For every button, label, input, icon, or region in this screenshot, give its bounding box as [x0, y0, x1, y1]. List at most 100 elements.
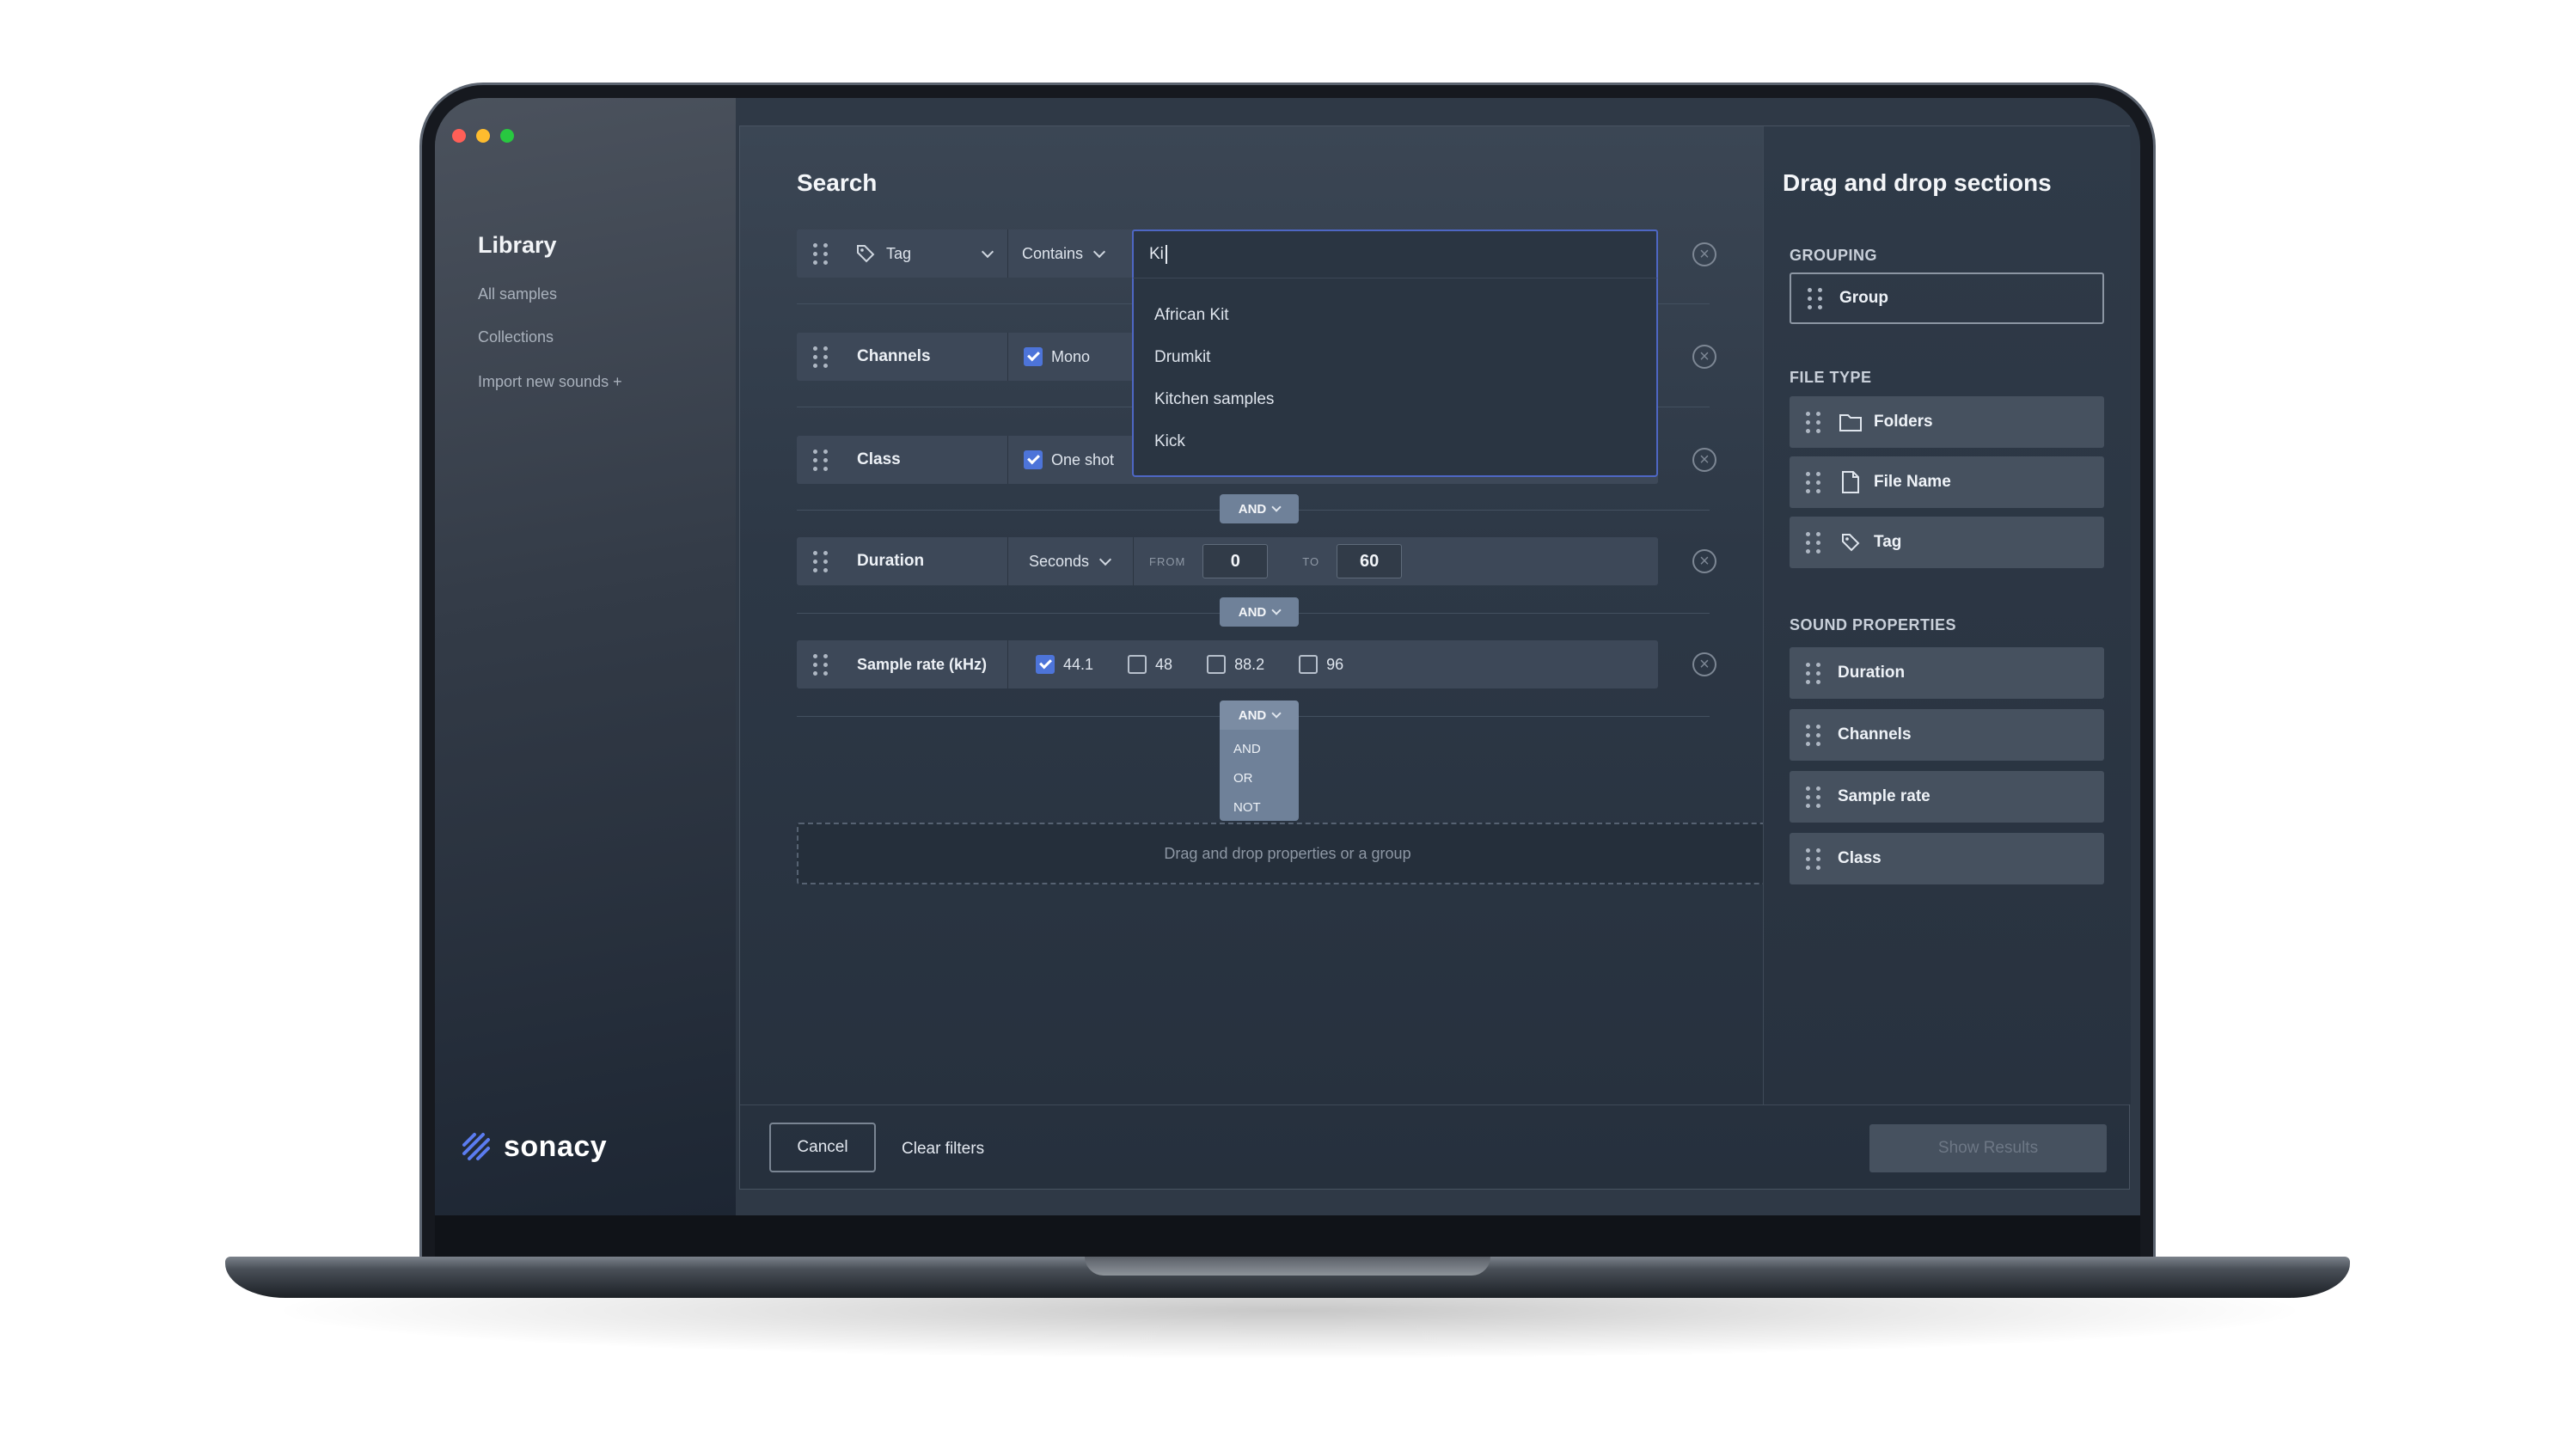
remove-row-channels-icon[interactable]: ×: [1692, 345, 1716, 369]
show-results-button[interactable]: Show Results: [1869, 1124, 2107, 1172]
connector-and-2[interactable]: AND: [1220, 597, 1299, 627]
sidebar-link-all-samples[interactable]: All samples: [478, 285, 557, 303]
item-label: File Name: [1874, 473, 1951, 491]
checkbox-unchecked-icon[interactable]: [1128, 655, 1147, 674]
connector-label: AND: [1238, 604, 1267, 620]
suggestion-item[interactable]: African Kit: [1134, 294, 1656, 336]
field-label: Tag: [886, 244, 912, 262]
cancel-button[interactable]: Cancel: [769, 1123, 876, 1172]
menu-item-not[interactable]: NOT: [1220, 793, 1299, 823]
chevron-down-icon: [1092, 245, 1106, 258]
drag-handle-icon: [1790, 771, 1838, 823]
dnd-item-group[interactable]: Group: [1790, 272, 2104, 324]
dnd-item-sample-rate[interactable]: Sample rate: [1790, 771, 2104, 823]
remove-row-duration-icon[interactable]: ×: [1692, 549, 1716, 573]
drag-drop-panel: Drag and drop sections GROUPING Group FI…: [1763, 126, 2131, 1104]
suggestion-item[interactable]: Kick: [1134, 420, 1656, 462]
duration-to-input[interactable]: 60: [1337, 544, 1403, 578]
checkbox-checked-icon[interactable]: [1024, 347, 1043, 366]
class-option-one-shot[interactable]: One shot: [1008, 436, 1134, 484]
drag-handle-icon[interactable]: [797, 537, 845, 585]
checkbox-unchecked-icon[interactable]: [1207, 655, 1227, 674]
sidebar-link-collections[interactable]: Collections: [478, 328, 554, 346]
chevron-down-icon: [1271, 708, 1282, 719]
connector-label: AND: [1238, 501, 1267, 517]
remove-row-sample-rate-icon[interactable]: ×: [1692, 652, 1716, 676]
checkbox-checked-icon[interactable]: [1036, 655, 1055, 674]
field-label: Channels: [845, 333, 1008, 381]
item-label: Tag: [1874, 533, 1902, 551]
chevron-down-icon: [1271, 502, 1282, 512]
drag-handle-icon[interactable]: [797, 640, 845, 688]
sonacy-logo-icon: [462, 1133, 490, 1160]
sample-rate-options: 44.1 48 88.2 96: [1008, 640, 1644, 688]
brand-name: sonacy: [504, 1129, 608, 1163]
close-window-button[interactable]: [452, 129, 466, 143]
drag-handle-icon: [1790, 396, 1838, 448]
library-title: Library: [478, 232, 557, 258]
option-label: 48: [1155, 655, 1173, 673]
drag-handle-icon: [1790, 647, 1838, 699]
option-label: 88.2: [1234, 655, 1265, 673]
drop-zone[interactable]: Drag and drop properties or a group: [797, 823, 1778, 884]
remove-row-class-icon[interactable]: ×: [1692, 448, 1716, 472]
field-label: Duration: [845, 537, 1008, 585]
drag-handle-icon: [1791, 274, 1839, 322]
dnd-item-folders[interactable]: Folders: [1790, 396, 2104, 448]
menu-item-and[interactable]: AND: [1220, 735, 1299, 764]
drag-handle-icon: [1790, 709, 1838, 761]
menu-item-or[interactable]: OR: [1220, 764, 1299, 793]
connector-and-3[interactable]: AND: [1220, 701, 1299, 730]
remove-row-tag-icon[interactable]: ×: [1692, 242, 1716, 266]
suggestion-item[interactable]: Kitchen samples: [1134, 378, 1656, 420]
clear-filters-button[interactable]: Clear filters: [902, 1140, 984, 1159]
connector-label: AND: [1238, 707, 1267, 723]
drag-handle-icon: [1790, 456, 1838, 508]
field-label: Class: [845, 436, 1008, 484]
item-label: Channels: [1838, 725, 1912, 743]
dnd-item-tag[interactable]: Tag: [1790, 517, 2104, 568]
unit-label: Seconds: [1029, 552, 1090, 570]
folder-icon: [1838, 409, 1863, 435]
file-icon: [1838, 469, 1863, 495]
tag-search-input[interactable]: Ki: [1132, 229, 1658, 279]
tag-icon: [857, 245, 875, 263]
connector-menu: AND OR NOT: [1220, 730, 1299, 821]
dnd-item-duration[interactable]: Duration: [1790, 647, 2104, 699]
suggestion-item[interactable]: Drumkit: [1134, 336, 1656, 378]
section-label-grouping: GROUPING: [1790, 247, 1878, 264]
dialog-footer: Cancel Clear filters Show Results: [740, 1104, 2129, 1190]
duration-from-input[interactable]: 0: [1202, 544, 1269, 578]
tag-input-value: Ki: [1149, 245, 1164, 263]
chevron-down-icon: [1098, 553, 1112, 566]
text-caret: [1165, 245, 1167, 264]
field-label: Sample rate (kHz): [845, 640, 1008, 688]
drag-handle-icon[interactable]: [797, 229, 845, 278]
sidebar-link-import[interactable]: Import new sounds +: [478, 373, 622, 391]
chevron-down-icon: [1271, 605, 1282, 615]
section-label-file-type: FILE TYPE: [1790, 369, 1872, 386]
connector-and-1[interactable]: AND: [1220, 494, 1299, 523]
tag-icon: [1838, 529, 1863, 555]
operator-select[interactable]: Contains: [1008, 229, 1134, 278]
to-label: TO: [1302, 554, 1320, 568]
maximize-window-button[interactable]: [500, 129, 514, 143]
search-dialog: Search Tag Contains Ki × Channels Mono ×…: [739, 125, 2131, 1190]
dnd-item-class[interactable]: Class: [1790, 833, 2104, 884]
dnd-item-file-name[interactable]: File Name: [1790, 456, 2104, 508]
duration-range: FROM 0 TO 60: [1134, 537, 1658, 585]
dnd-item-channels[interactable]: Channels: [1790, 709, 2104, 761]
duration-unit-select[interactable]: Seconds: [1008, 537, 1134, 585]
item-label: Duration: [1838, 664, 1906, 682]
field-select-tag[interactable]: Tag: [845, 229, 1008, 278]
drag-handle-icon[interactable]: [797, 333, 845, 381]
minimize-window-button[interactable]: [476, 129, 490, 143]
checkbox-checked-icon[interactable]: [1024, 450, 1043, 469]
channels-option-mono[interactable]: Mono: [1008, 333, 1134, 381]
operator-label: Contains: [1022, 244, 1084, 262]
library-sidebar: Library All samples Collections Import n…: [435, 98, 736, 1215]
checkbox-unchecked-icon[interactable]: [1299, 655, 1319, 674]
section-label-sound-properties: SOUND PROPERTIES: [1790, 616, 1957, 633]
drag-handle-icon[interactable]: [797, 436, 845, 484]
option-label: 44.1: [1063, 655, 1094, 673]
